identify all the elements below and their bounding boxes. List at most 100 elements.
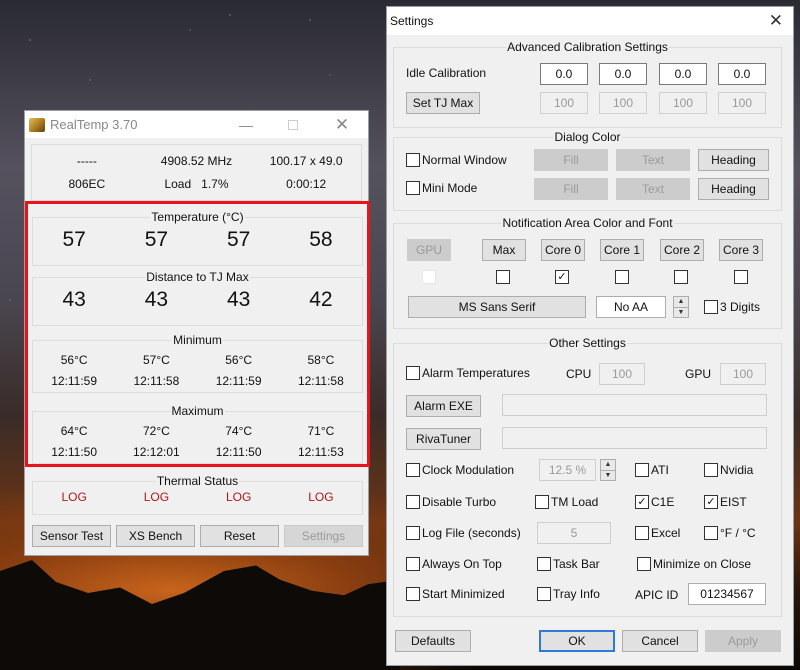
alarm-cpu-label: CPU <box>566 367 592 381</box>
thermal-status-value[interactable]: LOG <box>280 490 362 504</box>
checkbox-box <box>704 300 718 314</box>
alarm-gpu-label: GPU <box>685 367 712 381</box>
tj-max-core2[interactable]: 100 <box>659 92 707 114</box>
maximize-button[interactable] <box>270 111 316 138</box>
tj-max-core0[interactable]: 100 <box>540 92 588 114</box>
disable-turbo-checkbox[interactable]: Disable Turbo <box>406 495 496 509</box>
reset-button[interactable]: Reset <box>200 525 279 547</box>
checkbox-box <box>406 526 420 540</box>
sensor-test-button[interactable]: Sensor Test <box>32 525 111 547</box>
spin-down-icon[interactable]: ▼ <box>601 471 615 481</box>
c1e-checkbox[interactable]: ✓ C1E <box>635 495 674 509</box>
idle-calibration-core0[interactable]: 0.0 <box>540 63 588 85</box>
mini-text-button[interactable]: Text <box>616 178 690 200</box>
idle-calibration-core2[interactable]: 0.0 <box>659 63 707 85</box>
checkbox-box <box>537 587 551 601</box>
clock-modulation-field[interactable]: 12.5 % <box>539 459 596 481</box>
tray-info-checkbox[interactable]: Tray Info <box>537 587 600 601</box>
idle-calibration-core1[interactable]: 0.0 <box>599 63 647 85</box>
thermal-status-value[interactable]: LOG <box>115 490 197 504</box>
minimize-button[interactable]: — <box>223 111 269 138</box>
checkbox-box <box>406 366 420 380</box>
minimum-label: Minimum <box>172 333 223 347</box>
notify-core0-button[interactable]: Core 0 <box>541 239 585 261</box>
notification-group: Notification Area Color and Font GPU Max… <box>393 216 782 329</box>
settings-button[interactable]: Settings <box>284 525 363 547</box>
rivatuner-path-field[interactable] <box>502 427 767 449</box>
tj-max-core1[interactable]: 100 <box>599 92 647 114</box>
alarm-cpu-field[interactable]: 100 <box>599 363 645 385</box>
thermal-status-value[interactable]: LOG <box>198 490 280 504</box>
nvidia-checkbox[interactable]: Nvidia <box>704 463 753 477</box>
three-digits-checkbox[interactable]: 3 Digits <box>704 300 760 314</box>
defaults-button[interactable]: Defaults <box>395 630 471 652</box>
mini-fill-button[interactable]: Fill <box>534 178 608 200</box>
clock-modulation-spinner[interactable]: ▲ ▼ <box>600 459 616 481</box>
clock-modulation-checkbox[interactable]: Clock Modulation <box>406 463 514 477</box>
alarm-exe-path-field[interactable] <box>502 394 767 416</box>
settings-title: Settings <box>390 14 434 28</box>
cpu-frequency: 4908.52 MHz <box>160 153 233 168</box>
alarm-gpu-field[interactable]: 100 <box>720 363 766 385</box>
cancel-button[interactable]: Cancel <box>622 630 698 652</box>
thermal-status-value[interactable]: LOG <box>33 490 115 504</box>
spin-up-icon[interactable]: ▲ <box>674 297 688 308</box>
always-on-top-label: Always On Top <box>422 557 502 571</box>
tj-max-core3[interactable]: 100 <box>718 92 766 114</box>
alarm-exe-button[interactable]: Alarm EXE <box>406 395 481 417</box>
settings-titlebar[interactable]: Settings ✕ <box>387 7 793 35</box>
idle-calibration-core3[interactable]: 0.0 <box>718 63 766 85</box>
task-bar-checkbox[interactable]: Task Bar <box>537 557 600 571</box>
normal-window-checkbox[interactable]: Normal Window <box>406 153 507 167</box>
notify-gpu-button[interactable]: GPU <box>407 239 451 261</box>
normal-text-button[interactable]: Text <box>616 149 690 171</box>
close-button[interactable]: ✕ <box>319 111 365 138</box>
core-distance: 43 <box>144 288 169 311</box>
notify-core2-button[interactable]: Core 2 <box>660 239 704 261</box>
notify-core0-checkbox[interactable]: ✓ <box>555 270 571 284</box>
notify-core2-checkbox[interactable] <box>674 270 690 284</box>
excel-checkbox[interactable]: Excel <box>635 526 680 540</box>
tm-load-checkbox[interactable]: TM Load <box>535 495 598 509</box>
log-file-interval-field[interactable]: 5 <box>537 522 611 544</box>
checkbox-box <box>537 557 551 571</box>
notify-max-button[interactable]: Max <box>482 239 526 261</box>
normal-heading-button[interactable]: Heading <box>698 149 769 171</box>
log-file-checkbox[interactable]: Log File (seconds) <box>406 526 521 540</box>
mini-heading-button[interactable]: Heading <box>698 178 769 200</box>
apic-id-label: APIC ID <box>635 588 679 602</box>
xs-bench-button[interactable]: XS Bench <box>116 525 195 547</box>
normal-fill-button[interactable]: Fill <box>534 149 608 171</box>
settings-close-button[interactable]: ✕ <box>769 11 783 31</box>
log-file-label: Log File (seconds) <box>422 526 521 540</box>
set-tj-max-button[interactable]: Set TJ Max <box>406 92 480 114</box>
apic-id-field[interactable]: 01234567 <box>688 583 766 605</box>
ok-button[interactable]: OK <box>539 630 615 652</box>
notify-core3-checkbox[interactable] <box>734 270 750 284</box>
max-temp: 72°C <box>142 423 170 438</box>
spin-down-icon[interactable]: ▼ <box>674 308 688 318</box>
checkbox-box <box>406 463 420 477</box>
antialias-spinner[interactable]: ▲ ▼ <box>673 296 689 318</box>
always-on-top-checkbox[interactable]: Always On Top <box>406 557 502 571</box>
rivatuner-button[interactable]: RivaTuner <box>406 428 481 450</box>
eist-checkbox[interactable]: ✓ EIST <box>704 495 747 509</box>
eist-label: EIST <box>720 495 747 509</box>
notify-core1-checkbox[interactable] <box>615 270 631 284</box>
notify-core1-button[interactable]: Core 1 <box>600 239 644 261</box>
notify-gpu-checkbox[interactable] <box>422 270 438 284</box>
core-distance: 42 <box>309 288 333 311</box>
notify-max-checkbox[interactable] <box>496 270 512 284</box>
start-minimized-checkbox[interactable]: Start Minimized <box>406 587 505 601</box>
apply-button[interactable]: Apply <box>705 630 781 652</box>
notify-core3-button[interactable]: Core 3 <box>719 239 763 261</box>
realtemp-titlebar[interactable]: RealTemp 3.70 — ✕ <box>25 111 368 138</box>
spin-up-icon[interactable]: ▲ <box>601 460 615 471</box>
alarm-temperatures-checkbox[interactable]: Alarm Temperatures <box>406 366 530 380</box>
font-button[interactable]: MS Sans Serif <box>408 296 586 318</box>
fahrenheit-celsius-checkbox[interactable]: °F / °C <box>704 526 756 540</box>
minimize-on-close-checkbox[interactable]: Minimize on Close <box>637 557 751 571</box>
antialias-field[interactable]: No AA <box>596 296 666 318</box>
ati-checkbox[interactable]: ATI <box>635 463 669 477</box>
mini-mode-checkbox[interactable]: Mini Mode <box>406 181 477 195</box>
